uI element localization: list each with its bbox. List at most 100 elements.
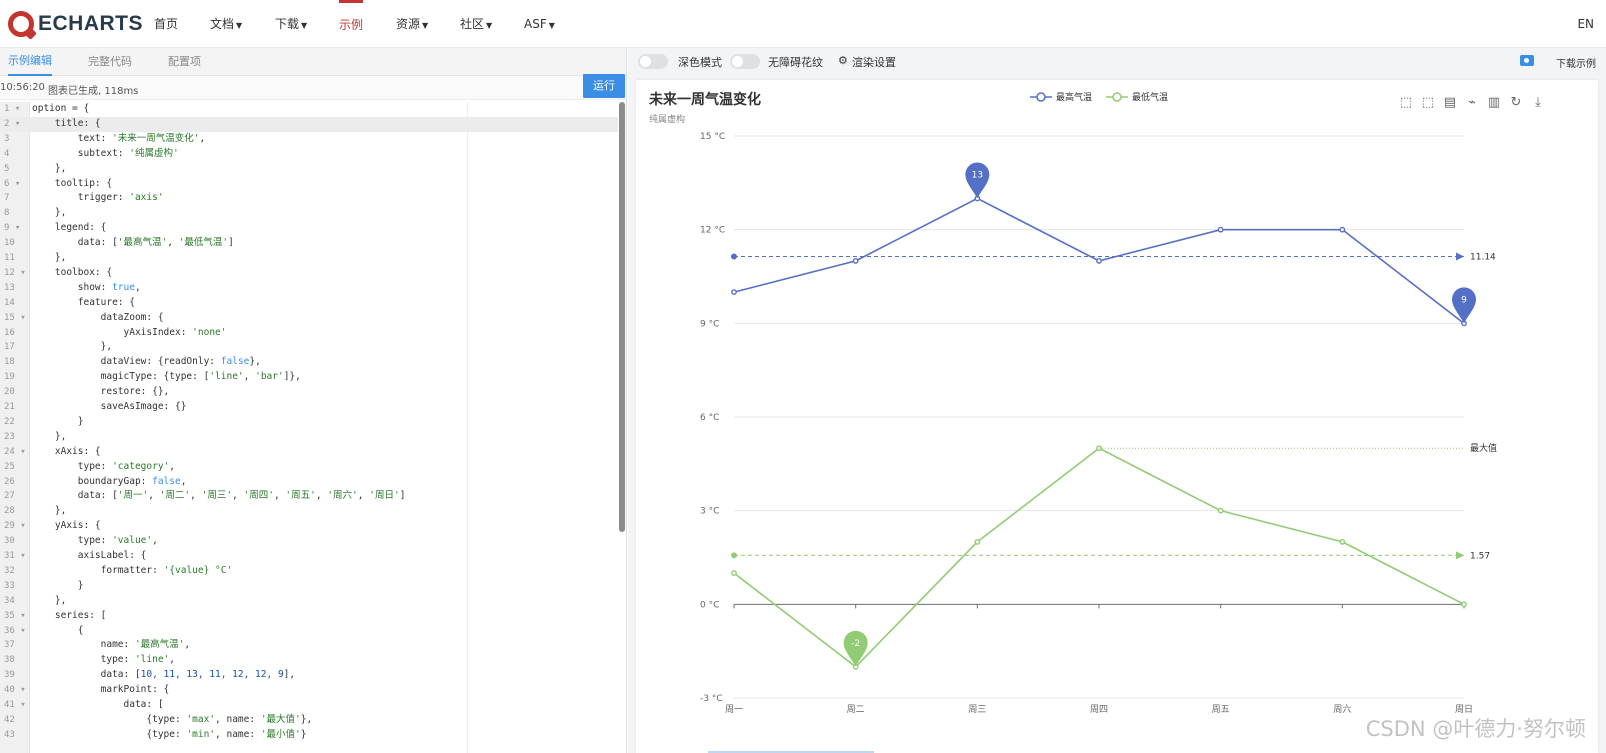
nav-examples[interactable]: 示例 <box>339 0 364 48</box>
zoom-reset-icon[interactable]: ⬚ <box>1422 95 1434 110</box>
line-icon[interactable]: ⌁ <box>1468 95 1476 110</box>
mark-line-label: 1.57 <box>1470 551 1490 561</box>
code-line[interactable]: 7 trigger: 'axis' <box>0 191 618 206</box>
language-switch[interactable]: EN <box>1577 0 1594 48</box>
code-line[interactable]: 20 restore: {}, <box>0 385 618 400</box>
chart-subtitle: 纯属虚构 <box>649 113 685 125</box>
code-text: legend: { <box>32 222 107 234</box>
y-tick-label: 3 °C <box>700 507 719 517</box>
status-message: 图表已生成, 118ms <box>48 86 139 97</box>
code-line[interactable]: 6 ▾ tooltip: { <box>0 177 618 192</box>
save-icon[interactable]: ⤓ <box>1535 95 1541 110</box>
nav-docs[interactable]: 文档 ▼ <box>210 0 242 48</box>
zoom-icon[interactable]: ⬚ <box>1400 95 1412 110</box>
code-text: yAxisIndex: 'none' <box>32 326 227 338</box>
code-text: name: '最高气温', <box>32 639 191 651</box>
code-text: trigger: 'axis' <box>32 192 164 204</box>
code-area[interactable]: 1 ▾ option = {2 ▾ title: {3 text: '未来一周气温… <box>0 102 618 753</box>
code-line[interactable]: 10 data: ['最高气温', '最低气温'] <box>0 236 618 251</box>
caret-down-icon: ▼ <box>422 21 429 30</box>
line-number: 42 <box>4 714 15 725</box>
code-line[interactable]: 25 type: 'category', <box>0 460 618 475</box>
code-line[interactable]: 16 yAxisIndex: 'none' <box>0 326 618 341</box>
code-line[interactable]: 32 formatter: '{value} °C' <box>0 564 618 579</box>
code-line[interactable]: 17 }, <box>0 340 618 355</box>
nav-asf[interactable]: ASF ▼ <box>524 0 555 48</box>
tab-full-code[interactable]: 完整代码 <box>88 48 132 76</box>
code-line[interactable]: 8 }, <box>0 206 618 221</box>
tab-options[interactable]: 配置项 <box>168 48 201 76</box>
code-line[interactable]: 24 ▾ xAxis: { <box>0 445 618 460</box>
restore-icon[interactable]: ↻ <box>1511 95 1522 110</box>
aria-pattern-toggle[interactable] <box>730 54 760 69</box>
code-line[interactable]: 37 name: '最高气温', <box>0 638 618 653</box>
tab-edit-example[interactable]: 示例编辑 <box>8 48 52 76</box>
nav-community[interactable]: 社区 ▼ <box>460 0 492 48</box>
dark-mode-toggle[interactable] <box>638 54 668 69</box>
code-line[interactable]: 22 } <box>0 415 618 430</box>
code-line[interactable]: 14 feature: { <box>0 296 618 311</box>
code-line[interactable]: 9 ▾ legend: { <box>0 221 618 236</box>
code-line[interactable]: 18 dataView: {readOnly: false}, <box>0 355 618 370</box>
chart-grid: 15 °C 12 °C 9 °C 6 °C 3 °C 0 °C -3 °C周一 周二 周三 周四 周… <box>700 132 1473 715</box>
line-number: 29 ▾ <box>4 521 26 532</box>
code-line[interactable]: 3 text: '未来一周气温变化', <box>0 132 618 147</box>
data-view-icon[interactable]: ▤ <box>1444 95 1456 110</box>
run-button[interactable]: 运行 <box>583 74 625 98</box>
data-point <box>731 289 737 296</box>
download-example-button[interactable]: 下载示例 <box>1556 55 1596 70</box>
csdn-watermark: CSDN @叶德力·努尔顿 <box>1365 717 1586 741</box>
code-line[interactable]: 11 }, <box>0 251 618 266</box>
code-line[interactable]: 4 subtext: '纯属虚构' <box>0 147 618 162</box>
nav-download[interactable]: 下载 ▼ <box>275 0 307 48</box>
screenshot-camera-icon[interactable] <box>1520 55 1534 66</box>
chart-plot-area: 11.14 13 9 1.57 最大值 -2 <box>731 162 1497 670</box>
bar-icon[interactable]: ▥ <box>1488 95 1500 110</box>
chart-toolbox: ⬚ ⬚ ▤ ⌁ ▥ ↻ ⤓ <box>1400 95 1541 110</box>
code-line[interactable]: 23 }, <box>0 430 618 445</box>
line-number: 40 ▾ <box>4 685 26 696</box>
editor-tabs: 示例编辑 完整代码 配置项 <box>0 48 626 76</box>
code-line[interactable]: 15 ▾ dataZoom: { <box>0 311 618 326</box>
code-line[interactable]: 36 ▾ { <box>0 624 618 639</box>
line-chart[interactable]: 未来一周气温变化 纯属虚构 最高气温 最低气温 ⬚ ⬚ ▤ ⌁ ▥ ↻ ⤓ 15 °C 12 °… <box>636 80 1598 753</box>
code-line[interactable]: 5 }, <box>0 162 618 177</box>
code-line[interactable]: 1 ▾ option = { <box>0 102 618 117</box>
code-line[interactable]: 29 ▾ yAxis: { <box>0 519 618 534</box>
gear-icon[interactable]: ⚙ <box>838 54 848 67</box>
legend-marker <box>1036 92 1046 102</box>
code-line[interactable]: 40 ▾ markPoint: { <box>0 683 618 698</box>
echarts-logo[interactable]: ECHARTS <box>8 11 143 37</box>
code-text: toolbox: { <box>32 266 113 278</box>
mark-point-pin: 9 <box>1452 287 1476 324</box>
chart-title: 未来一周气温变化 <box>649 91 761 108</box>
code-line[interactable]: 42 {type: 'max', name: '最大值'}, <box>0 713 618 728</box>
render-settings-link[interactable]: 渲染设置 <box>852 54 896 70</box>
code-line[interactable]: 34 }, <box>0 594 618 609</box>
code-line[interactable]: 12 ▾ toolbox: { <box>0 266 618 281</box>
code-line[interactable]: 19 magicType: {type: ['line', 'bar']}, <box>0 370 618 385</box>
code-line[interactable]: 38 type: 'line', <box>0 653 618 668</box>
code-line[interactable]: 31 ▾ axisLabel: { <box>0 549 618 564</box>
nav-resources[interactable]: 资源 ▼ <box>396 0 428 48</box>
code-line[interactable]: 30 type: 'value', <box>0 534 618 549</box>
code-line[interactable]: 13 show: true, <box>0 281 618 296</box>
code-line[interactable]: 33 } <box>0 579 618 594</box>
editor-scrollbar[interactable] <box>619 102 625 532</box>
code-line[interactable]: 41 ▾ data: [ <box>0 698 618 713</box>
code-text: saveAsImage: {} <box>32 401 187 412</box>
code-line[interactable]: 39 data: [10, 11, 13, 11, 12, 12, 9], <box>0 668 618 683</box>
code-line[interactable]: 43 {type: 'min', name: '最小值'} <box>0 728 618 743</box>
line-number: 9 ▾ <box>4 223 21 234</box>
code-line[interactable]: 21 saveAsImage: {} <box>0 400 618 415</box>
nav-home[interactable]: 首页 <box>154 0 178 48</box>
chart-card: 未来一周气温变化 纯属虚构 最高气温 最低气温 ⬚ ⬚ ▤ ⌁ ▥ ↻ ⤓ 15 °C 12 °… <box>636 80 1598 753</box>
code-line[interactable]: 27 data: ['周一', '周二', '周三', '周四', '周五', … <box>0 489 618 504</box>
code-text: subtext: '纯属虚构' <box>32 147 179 159</box>
code-line[interactable]: 28 }, <box>0 504 618 519</box>
code-line[interactable]: 26 boundaryGap: false, <box>0 475 618 490</box>
code-text: }, <box>32 505 67 517</box>
code-line[interactable]: 35 ▾ series: [ <box>0 609 618 624</box>
code-line[interactable]: 2 ▾ title: { <box>0 116 618 132</box>
preview-toolbar: 深色模式 无障碍花纹 ⚙ 渲染设置 下载示例 <box>628 48 1606 76</box>
